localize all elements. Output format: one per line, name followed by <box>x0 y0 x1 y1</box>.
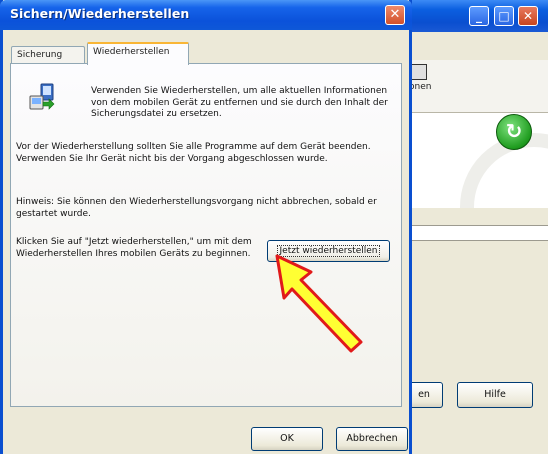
cancel-button[interactable]: Abbrechen <box>336 427 408 451</box>
restore-device-icon <box>29 83 55 110</box>
background-window: _ □ ✕ onen ↻ en Hilfe <box>405 0 548 454</box>
disk-icon[interactable] <box>411 64 427 80</box>
background-titlebar: _ □ ✕ <box>405 0 548 32</box>
background-close-button[interactable]: ✕ <box>518 6 538 26</box>
status-bar-field <box>405 225 548 241</box>
minimize-button[interactable]: _ <box>469 6 489 26</box>
dialog-titlebar[interactable]: Sichern/Wiederherstellen ✕ <box>0 0 412 30</box>
sync-refresh-icon[interactable]: ↻ <box>496 114 532 150</box>
close-button[interactable]: ✕ <box>385 5 405 25</box>
intro-text: Verwenden Sie Wiederherstellen, um alle … <box>91 86 388 119</box>
pointer-arrow-icon <box>275 254 363 353</box>
help-button[interactable]: Hilfe <box>457 382 533 408</box>
tab-wiederherstellen[interactable]: Wiederherstellen <box>87 42 189 65</box>
instruction-paragraph: Klicken Sie auf "Jetzt wiederherstellen,… <box>16 237 252 259</box>
warning-paragraph: Vor der Wiederherstellung sollten Sie al… <box>16 142 371 164</box>
ok-button[interactable]: OK <box>251 427 323 451</box>
dialog-title: Sichern/Wiederherstellen <box>10 6 190 21</box>
backup-restore-dialog: Sichern/Wiederherstellen ✕ Sicherung Wie… <box>0 0 412 454</box>
tab-strip: Sicherung Wiederherstellen <box>3 42 409 65</box>
maximize-button[interactable]: □ <box>494 6 514 26</box>
tab-sicherung[interactable]: Sicherung <box>11 46 85 64</box>
toolbar-item-label: onen <box>409 82 432 92</box>
note-paragraph: Hinweis: Sie können den Wiederherstellun… <box>16 197 377 219</box>
